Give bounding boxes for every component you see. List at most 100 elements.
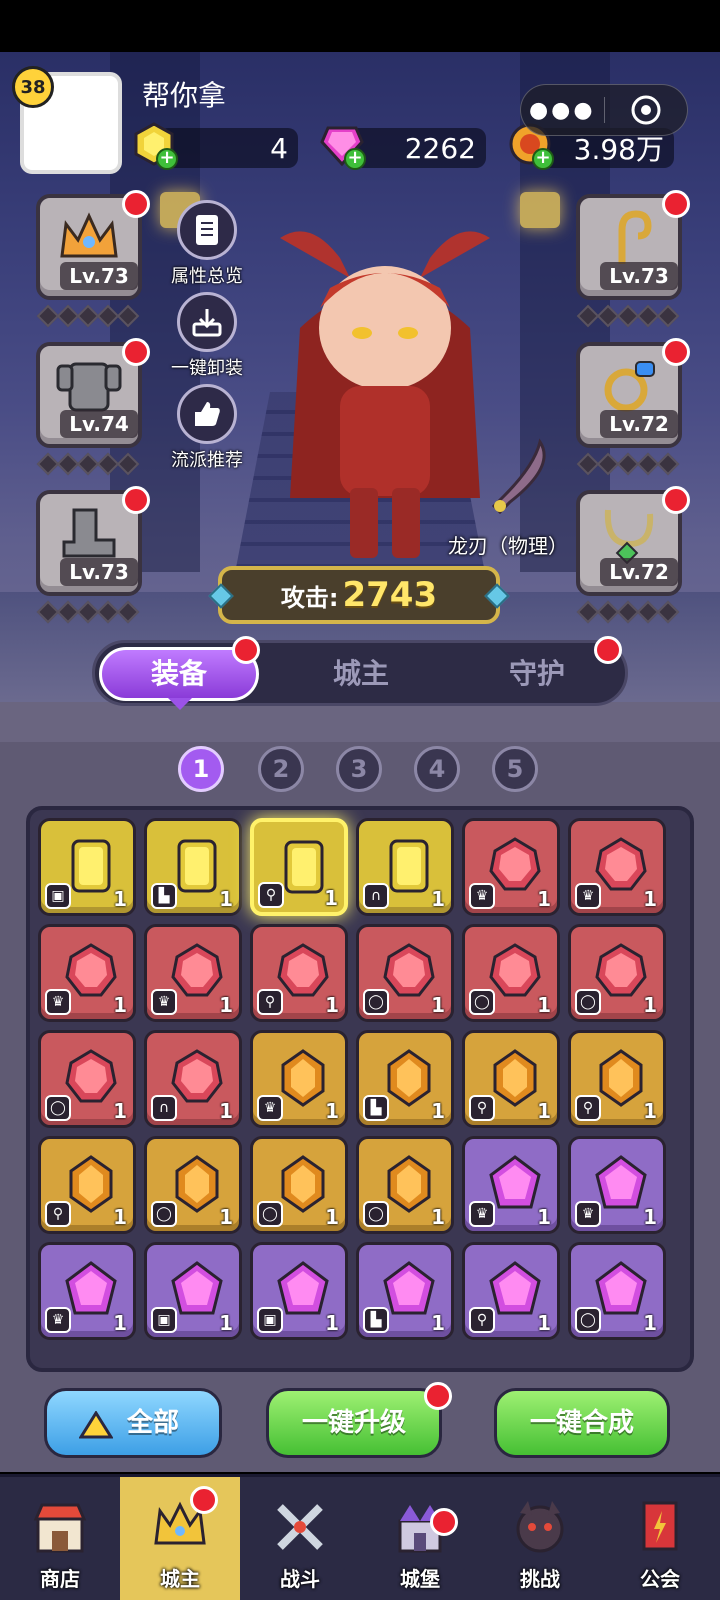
red-gem-icon: [595, 943, 647, 997]
weapon-label[interactable]: 龙刃（物理）: [448, 530, 568, 559]
inventory-item[interactable]: ♛ 1: [568, 1136, 666, 1234]
inventory-item[interactable]: ◯ 1: [144, 1136, 242, 1234]
notification-dot: [232, 636, 260, 664]
more-dots-icon[interactable]: ●●●: [521, 98, 604, 123]
red-gem-icon: [65, 943, 117, 997]
inventory-item[interactable]: ♛ 1: [462, 818, 560, 916]
inventory-item[interactable]: ⚲ 1: [568, 1030, 666, 1128]
notification-dot: [594, 636, 622, 664]
inventory-item[interactable]: ▣ 1: [250, 1242, 348, 1340]
inventory-item[interactable]: ▣ 1: [38, 818, 136, 916]
crown-icon: ♛: [575, 883, 601, 909]
inventory-item[interactable]: ◯ 1: [38, 1030, 136, 1128]
inventory-item[interactable]: ⚲ 1: [250, 818, 348, 916]
slot-level: Lv.73: [60, 558, 138, 586]
slot-level: Lv.73: [60, 262, 138, 290]
nav-shop[interactable]: 商店: [0, 1477, 120, 1600]
inventory-item[interactable]: ⚲ 1: [462, 1030, 560, 1128]
nav-lord[interactable]: 城主: [120, 1477, 240, 1600]
inventory-item[interactable]: ◯ 1: [250, 1136, 348, 1234]
inventory-item[interactable]: ♛ 1: [38, 1242, 136, 1340]
inventory-item[interactable]: ♛ 1: [462, 1136, 560, 1234]
star-rating: [36, 304, 140, 328]
page-button[interactable]: 1: [178, 746, 224, 792]
armor-icon: ▣: [151, 1307, 177, 1333]
item-count: 1: [431, 1099, 445, 1123]
nav-battle[interactable]: 战斗: [240, 1477, 360, 1600]
triangle-filter-icon: [79, 1411, 113, 1439]
item-count: 1: [325, 1311, 339, 1335]
tab-lord[interactable]: 城主: [281, 647, 441, 701]
item-count: 1: [431, 1311, 445, 1335]
amulet-icon: ∩: [151, 1095, 177, 1121]
nav-guild[interactable]: 公会: [600, 1477, 720, 1600]
add-energy-button[interactable]: +: [156, 148, 178, 170]
inventory-item[interactable]: ◯ 1: [356, 924, 454, 1022]
crown-icon: ♛: [469, 1201, 495, 1227]
inventory-item[interactable]: ◯ 1: [568, 1242, 666, 1340]
ring-icon: ◯: [363, 989, 389, 1015]
add-coin-button[interactable]: +: [532, 148, 554, 170]
inventory-item[interactable]: ▙ 1: [356, 1030, 454, 1128]
guild-icon: [642, 1501, 678, 1551]
orange-gem-icon: [387, 1049, 431, 1107]
attribute-overview-button[interactable]: 属性总览: [162, 200, 252, 288]
inventory-item[interactable]: ♛ 1: [38, 924, 136, 1022]
upgrade-all-button[interactable]: 一键升级: [266, 1388, 442, 1458]
inventory-item[interactable]: ▣ 1: [144, 1242, 242, 1340]
inventory-item[interactable]: ⚲ 1: [462, 1242, 560, 1340]
panel-battlement: [0, 702, 720, 742]
tab-pointer: [168, 698, 192, 710]
add-gem-button[interactable]: +: [344, 148, 366, 170]
red-gem-icon: [65, 1049, 117, 1103]
page-selector: 1 2 3 4 5: [0, 746, 720, 798]
ring-icon: ◯: [257, 1201, 283, 1227]
nav-castle[interactable]: 城堡: [360, 1477, 480, 1600]
amulet-icon: ∩: [363, 883, 389, 909]
tab-guardian[interactable]: 守护: [457, 647, 617, 701]
page-button[interactable]: 3: [336, 746, 382, 792]
notification-dot: [424, 1382, 452, 1410]
item-count: 1: [537, 1099, 551, 1123]
build-recommend-button[interactable]: 流派推荐: [162, 384, 252, 472]
inventory-item[interactable]: ◯ 1: [568, 924, 666, 1022]
crown-icon: ♛: [469, 883, 495, 909]
inventory-item[interactable]: ▙ 1: [144, 818, 242, 916]
red-gem-icon: [277, 943, 329, 997]
orange-gem-icon: [387, 1155, 431, 1213]
item-count: 1: [219, 1311, 233, 1335]
item-count: 1: [537, 1311, 551, 1335]
inventory-item[interactable]: ♛ 1: [144, 924, 242, 1022]
ring-icon: ◯: [469, 989, 495, 1015]
notification-dot: [662, 190, 690, 218]
page-button[interactable]: 2: [258, 746, 304, 792]
inventory-item[interactable]: ∩ 1: [144, 1030, 242, 1128]
merge-all-button[interactable]: 一键合成: [494, 1388, 670, 1458]
inventory-item[interactable]: ◯ 1: [356, 1136, 454, 1234]
build-recommend-label: 流派推荐: [171, 450, 243, 471]
notification-dot: [430, 1508, 458, 1536]
filter-all-button[interactable]: 全部: [44, 1388, 222, 1458]
page-button[interactable]: 5: [492, 746, 538, 792]
miniprogram-capsule: ●●●: [520, 84, 688, 136]
unequip-all-button[interactable]: 一键卸装: [162, 292, 252, 380]
thumbs-up-icon: [177, 384, 237, 444]
nav-challenge[interactable]: 挑战: [480, 1477, 600, 1600]
star-rating: [36, 600, 140, 624]
inventory-item[interactable]: ▙ 1: [356, 1242, 454, 1340]
target-circle-icon[interactable]: [605, 93, 688, 127]
ring-icon: ◯: [363, 1201, 389, 1227]
nav-label: 商店: [40, 1567, 80, 1591]
inventory-item[interactable]: ∩ 1: [356, 818, 454, 916]
inventory-item[interactable]: ◯ 1: [462, 924, 560, 1022]
shop-icon: [33, 1503, 87, 1553]
inventory-item[interactable]: ⚲ 1: [38, 1136, 136, 1234]
orange-gem-icon: [599, 1049, 643, 1107]
purple-gem-icon: [595, 1261, 647, 1315]
inventory-item[interactable]: ⚲ 1: [250, 924, 348, 1022]
staff-icon: ⚲: [45, 1201, 71, 1227]
inventory-item[interactable]: ♛ 1: [250, 1030, 348, 1128]
page-button[interactable]: 4: [414, 746, 460, 792]
item-count: 1: [537, 887, 551, 911]
inventory-item[interactable]: ♛ 1: [568, 818, 666, 916]
